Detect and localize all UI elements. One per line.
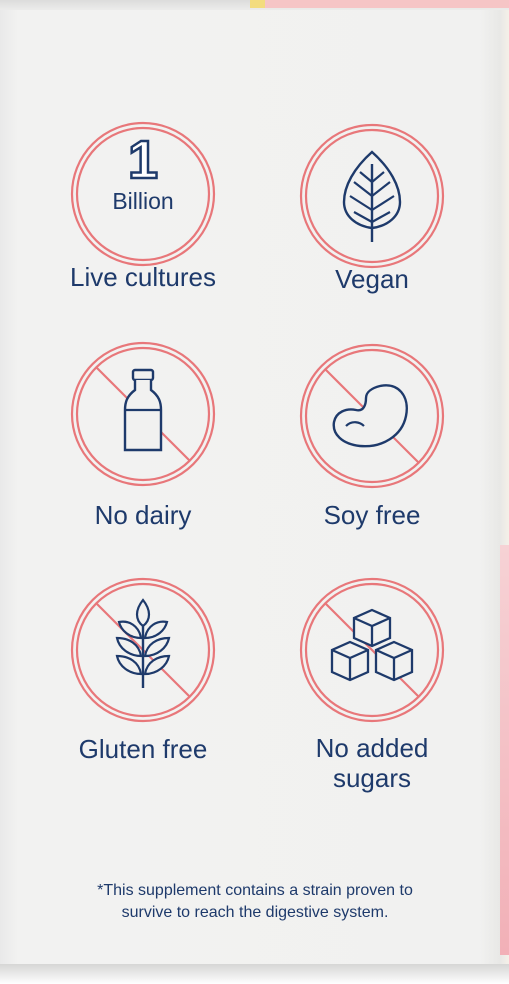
wheat-icon: [70, 577, 216, 723]
sugar-cubes-icon: [299, 577, 445, 723]
top-accent-yellow: [250, 0, 265, 8]
live-cultures-badge: 1 Billion: [69, 120, 217, 268]
no-added-sugars-badge: [298, 576, 446, 724]
soy-free-label: Soy free: [323, 500, 421, 530]
no-dairy-label: No dairy: [94, 500, 192, 530]
billion-number: 1: [127, 129, 160, 192]
vegan-label: Vegan: [335, 264, 409, 294]
no-added-sugars-label-line1: No added: [315, 733, 429, 763]
footnote-line-2: survive to reach the digestive system.: [121, 904, 389, 921]
footnote-line-1: *This supplement contains a strain prove…: [97, 882, 413, 899]
gluten-free-badge: [69, 576, 217, 724]
live-cultures-label: Live cultures: [70, 262, 216, 292]
top-accent-pink: [265, 0, 509, 8]
soy-free-badge: [298, 342, 446, 490]
milk-bottle-icon: [70, 341, 216, 487]
vegan-badge: [298, 122, 446, 270]
package-bottom-edge: [0, 964, 509, 984]
bean-icon: [299, 343, 445, 489]
no-added-sugars-label-line2: sugars: [332, 763, 412, 793]
gluten-free-label: Gluten free: [78, 734, 208, 764]
package-right-edge: [500, 545, 509, 955]
billion-text: Billion: [112, 188, 174, 214]
no-dairy-badge: [69, 340, 217, 488]
leaf-icon: [299, 123, 445, 269]
footnote: *This supplement contains a strain prove…: [40, 880, 470, 924]
